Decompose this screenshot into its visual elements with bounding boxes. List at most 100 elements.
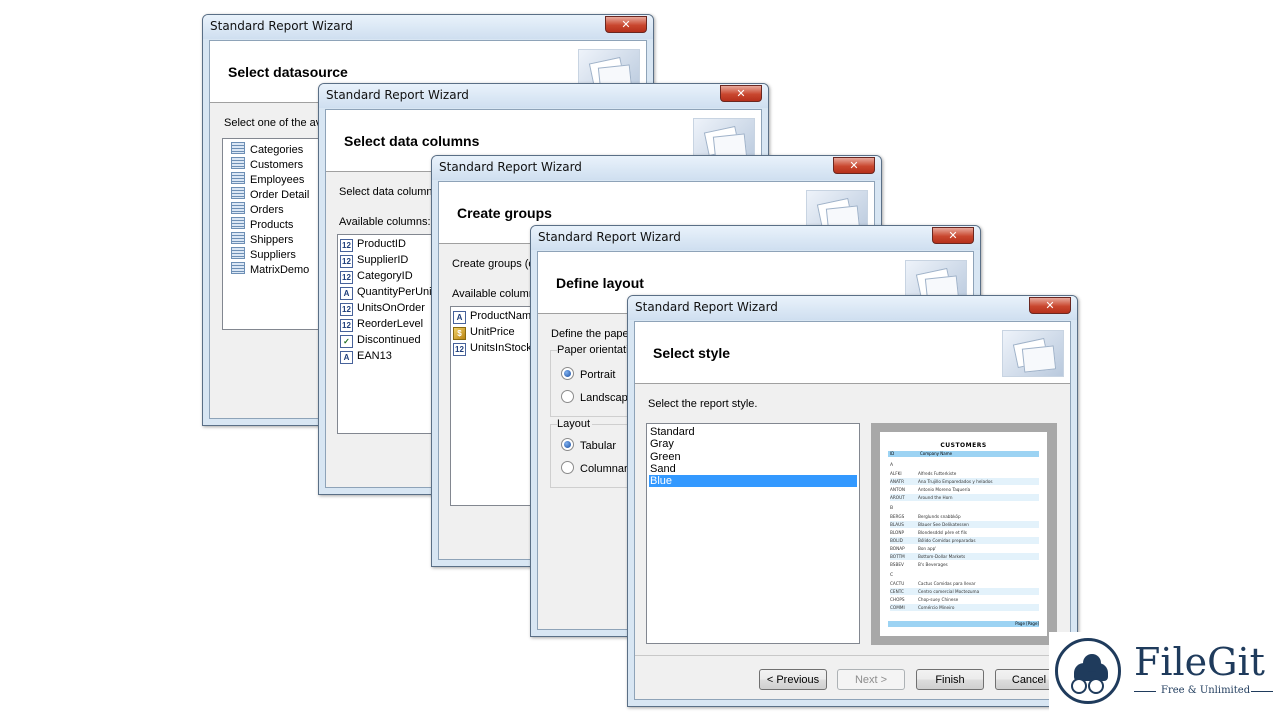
text-field-icon: A bbox=[340, 351, 353, 364]
list-item-label: ProductName bbox=[470, 310, 538, 322]
window-title: Standard Report Wizard bbox=[326, 88, 469, 102]
preview-cell-id: ANATR bbox=[890, 479, 905, 484]
numeric-field-icon: 12 bbox=[340, 319, 353, 332]
preview-cell-id: BLAUS bbox=[890, 522, 904, 527]
preview-cell-id: BOTTM bbox=[890, 554, 905, 559]
title-bar[interactable]: Standard Report Wizard ✕ bbox=[432, 156, 881, 180]
list-item-label: UnitsOnOrder bbox=[357, 302, 425, 314]
list-item[interactable]: A QuantityPerUnit bbox=[340, 285, 435, 300]
available-columns-label: Available columns bbox=[452, 288, 541, 300]
title-bar[interactable]: Standard Report Wizard ✕ bbox=[628, 296, 1077, 320]
list-item[interactable]: Suppliers bbox=[231, 247, 296, 262]
list-item[interactable]: Order Detail bbox=[231, 187, 309, 202]
next-button[interactable]: Next > bbox=[837, 669, 905, 690]
table-icon bbox=[231, 187, 245, 199]
title-bar[interactable]: Standard Report Wizard ✕ bbox=[531, 226, 980, 250]
step-title: Select style bbox=[653, 345, 731, 361]
close-button[interactable]: ✕ bbox=[720, 85, 762, 102]
filegit-logo: FileGit Free & Unlimited bbox=[1049, 632, 1280, 720]
radio-selected[interactable] bbox=[561, 367, 574, 380]
close-button[interactable]: ✕ bbox=[605, 16, 647, 33]
preview-row: BLAUS Blauer See Delikatessen bbox=[890, 521, 1039, 528]
list-item[interactable]: Products bbox=[231, 217, 293, 232]
radio-unselected[interactable] bbox=[561, 390, 574, 403]
close-button[interactable]: ✕ bbox=[833, 157, 875, 174]
preview-row: AROUT Around the Horn bbox=[890, 494, 1039, 501]
style-option[interactable]: Blue bbox=[649, 475, 857, 488]
preview-footer-band: Page [Page] bbox=[888, 621, 1039, 627]
style-list[interactable]: Standard Gray Green Sand Blue bbox=[646, 423, 860, 644]
list-item[interactable]: Orders bbox=[231, 202, 284, 217]
groups-prompt: Create groups (op bbox=[452, 258, 541, 270]
radio-unselected[interactable] bbox=[561, 461, 574, 474]
footer-divider bbox=[635, 655, 1070, 656]
list-item-label: QuantityPerUnit bbox=[357, 286, 435, 298]
radio-selected[interactable] bbox=[561, 438, 574, 451]
tabular-radio[interactable]: Tabular bbox=[561, 438, 616, 452]
numeric-field-icon: 12 bbox=[340, 271, 353, 284]
preview-cell-id: CACTU bbox=[890, 581, 905, 586]
numeric-field-icon: 12 bbox=[340, 303, 353, 316]
style-option[interactable]: Green bbox=[649, 451, 857, 463]
preview-header-id: ID bbox=[890, 451, 895, 456]
columnar-radio[interactable]: Columnar bbox=[561, 461, 628, 475]
preview-group-letter: C bbox=[890, 573, 894, 578]
preview-cell-id: AROUT bbox=[890, 495, 905, 500]
list-item[interactable]: 12 ReorderLevel bbox=[340, 317, 423, 332]
preview-cell-id: CHOPS bbox=[890, 597, 905, 602]
logo-wordmark: FileGit bbox=[1134, 640, 1265, 684]
list-item[interactable]: 12 SupplierID bbox=[340, 253, 408, 268]
list-item[interactable]: ✓ Discontinued bbox=[340, 333, 421, 348]
list-item[interactable]: $ UnitPrice bbox=[453, 325, 515, 340]
list-item[interactable]: 12 CategoryID bbox=[340, 269, 413, 284]
list-item[interactable]: Shippers bbox=[231, 232, 293, 247]
finish-button[interactable]: Finish bbox=[916, 669, 984, 690]
title-bar[interactable]: Standard Report Wizard ✕ bbox=[319, 84, 768, 108]
list-item[interactable]: Employees bbox=[231, 172, 304, 187]
list-item[interactable]: A EAN13 bbox=[340, 349, 392, 364]
close-button[interactable]: ✕ bbox=[932, 227, 974, 244]
list-item[interactable]: A ProductName bbox=[453, 309, 537, 324]
portrait-radio[interactable]: Portrait bbox=[561, 367, 615, 381]
preview-cell-name: Ana Trujillo Emparedados y helados bbox=[918, 479, 993, 484]
preview-group-letter: B bbox=[890, 506, 894, 511]
list-item[interactable]: Customers bbox=[231, 157, 303, 172]
preview-cell-id: ANTON bbox=[890, 487, 905, 492]
preview-cell-name: Centro comercial Moctezuma bbox=[918, 589, 980, 594]
preview-cell-name: B's Beverages bbox=[918, 562, 948, 567]
list-item-label: UnitsInStock bbox=[470, 342, 532, 354]
style-option[interactable]: Gray bbox=[649, 438, 857, 450]
style-option[interactable]: Sand bbox=[649, 463, 857, 475]
logo-emblem bbox=[1055, 638, 1121, 704]
preview-row: BOTTM Bottom-Dollar Markets bbox=[890, 553, 1039, 560]
preview-cell-id: COMMI bbox=[890, 605, 905, 610]
list-item-label: Orders bbox=[250, 204, 284, 216]
title-bar[interactable]: Standard Report Wizard ✕ bbox=[203, 15, 653, 39]
tabular-label: Tabular bbox=[580, 440, 617, 452]
preview-cell-name: Cactus Comidas para llevar bbox=[918, 581, 976, 586]
style-option[interactable]: Standard bbox=[649, 426, 857, 438]
list-item[interactable]: 12 UnitsOnOrder bbox=[340, 301, 425, 316]
close-button[interactable]: ✕ bbox=[1029, 297, 1071, 314]
numeric-field-icon: 12 bbox=[340, 239, 353, 252]
wizard-window-style: Standard Report Wizard ✕ Select style Se… bbox=[627, 295, 1078, 707]
previous-button[interactable]: < Previous bbox=[759, 669, 827, 690]
list-item-label: ProductID bbox=[357, 238, 406, 250]
glasses-icon bbox=[1088, 678, 1104, 694]
table-icon bbox=[231, 262, 245, 274]
table-icon bbox=[231, 157, 245, 169]
available-columns-label: Available columns: bbox=[339, 216, 431, 228]
preview-cell-name: Berglunds snabbköp bbox=[918, 514, 961, 519]
preview-row: BONAP Bon app' bbox=[890, 545, 1039, 552]
numeric-field-icon: 12 bbox=[340, 255, 353, 268]
preview-group-letter: A bbox=[890, 463, 894, 468]
list-item[interactable]: Categories bbox=[231, 142, 303, 157]
list-item-label: Customers bbox=[250, 159, 304, 171]
preview-cell-name: Around the Horn bbox=[918, 495, 953, 500]
landscape-radio[interactable]: Landscape bbox=[561, 390, 634, 404]
list-item[interactable]: 12 UnitsInStock bbox=[453, 341, 532, 356]
list-item[interactable]: MatrixDemo bbox=[231, 262, 309, 277]
preview-row: BOLID Bólido Comidas preparadas bbox=[890, 537, 1039, 544]
currency-field-icon: $ bbox=[453, 327, 466, 340]
list-item[interactable]: 12 ProductID bbox=[340, 237, 406, 252]
